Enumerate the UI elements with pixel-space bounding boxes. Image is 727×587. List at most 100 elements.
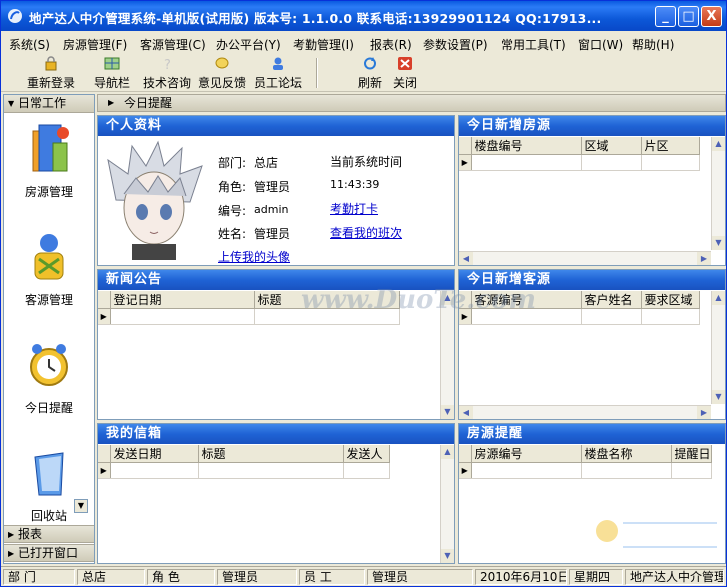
name-value: 管理员 <box>254 227 291 241</box>
horizontal-scrollbar[interactable]: ◀ ▶ <box>459 251 711 265</box>
title-bar[interactable]: 地产达人中介管理系统-单机版(试用版) 版本号: 1.1.0.0 联系电话:13… <box>1 1 726 31</box>
feedback-button[interactable]: 意见反馈 <box>196 56 248 90</box>
new-listings-panel: 今日新增房源 楼盘编号 区域 片区 ▶ ▲ ▼ ◀ ▶ <box>458 115 726 266</box>
nav-item-clients[interactable]: 客源管理 <box>4 229 94 308</box>
scroll-right-icon[interactable]: ▶ <box>697 252 711 265</box>
column-header[interactable]: 登记日期 <box>110 291 255 309</box>
status-role-value: 管理员 <box>217 569 297 585</box>
scroll-up-icon[interactable]: ▲ <box>712 291 725 305</box>
nav-reports-header[interactable]: ▶ 报表 <box>4 525 94 543</box>
forum-button[interactable]: 员工论坛 <box>252 56 304 90</box>
tab-arrow-icon: ▶ <box>108 98 115 107</box>
column-header[interactable]: 提醒日 <box>671 445 712 463</box>
column-header[interactable]: 发送人 <box>343 445 390 463</box>
minimize-button[interactable]: _ <box>655 6 676 27</box>
new-listings-grid[interactable]: 楼盘编号 区域 片区 ▶ <box>459 137 700 171</box>
alarm-clock-icon <box>30 344 68 386</box>
system-time-label: 当前系统时间 <box>330 155 403 169</box>
profile-panel-title: 个人资料 <box>98 116 454 136</box>
mailbox-panel: 我的信箱 发送日期 标题 发送人 ▶ ▲ ▼ <box>97 423 455 564</box>
avatar <box>102 140 206 260</box>
status-dept-label: 部 门 <box>3 569 75 585</box>
menu-office[interactable]: 办公平台(Y) <box>216 36 281 53</box>
mailbox-title: 我的信箱 <box>98 424 454 444</box>
relogin-button[interactable]: 重新登录 <box>25 56 77 90</box>
shifts-link[interactable]: 查看我的班次 <box>330 224 402 241</box>
column-header[interactable]: 楼盘名称 <box>581 445 672 463</box>
dept-value: 总店 <box>254 156 279 170</box>
vertical-scrollbar[interactable]: ▲ ▼ <box>711 291 725 404</box>
maximize-button[interactable]: □ <box>678 6 699 27</box>
role-value: 管理员 <box>254 180 291 194</box>
nav-item-listings[interactable]: 房源管理 <box>4 121 94 200</box>
menu-tools[interactable]: 常用工具(T) <box>501 36 566 53</box>
column-header[interactable]: 楼盘编号 <box>471 137 582 155</box>
scroll-up-icon[interactable]: ▲ <box>441 445 454 459</box>
table-row[interactable]: ▶ <box>98 462 390 479</box>
menu-listings[interactable]: 房源管理(F) <box>63 36 127 53</box>
status-role-label: 角 色 <box>147 569 215 585</box>
collapse-down-icon: ▼ <box>8 99 15 108</box>
column-header[interactable]: 标题 <box>198 445 344 463</box>
watermark-text: www.DuoTe.com <box>301 285 537 315</box>
horizontal-scrollbar[interactable]: ◀ ▶ <box>459 405 711 419</box>
question-icon: ? <box>164 58 171 71</box>
menu-window[interactable]: 窗口(W) <box>578 36 623 53</box>
scroll-left-icon[interactable]: ◀ <box>459 406 473 419</box>
menu-clients[interactable]: 客源管理(C) <box>140 36 206 53</box>
status-weekday: 星期四 <box>569 569 623 585</box>
menu-attendance[interactable]: 考勤管理(I) <box>293 36 354 53</box>
expand-right-icon: ▶ <box>8 549 15 558</box>
reminders-title: 房源提醒 <box>459 424 725 444</box>
nav-scroll-down-button[interactable]: ▼ <box>74 499 88 513</box>
status-bar: 部 门 总店 角 色 管理员 员 工 管理员 2010年6月10日 星期四 地产… <box>1 566 726 586</box>
table-row[interactable]: ▶ <box>459 462 712 479</box>
role-label: 角色: <box>218 180 247 194</box>
nav-daily-header[interactable]: ▼ 日常工作 <box>4 95 94 113</box>
scroll-left-icon[interactable]: ◀ <box>459 252 473 265</box>
column-header[interactable]: 要求区域 <box>641 291 700 309</box>
column-header[interactable]: 片区 <box>641 137 700 155</box>
scroll-up-icon[interactable]: ▲ <box>712 137 725 151</box>
scroll-down-icon[interactable]: ▼ <box>712 236 725 250</box>
scroll-down-icon[interactable]: ▼ <box>441 549 454 563</box>
people-icon <box>273 57 283 70</box>
status-date: 2010年6月10日 <box>475 569 567 585</box>
close-tab-button[interactable]: 关闭 <box>389 56 421 90</box>
menu-help[interactable]: 帮助(H) <box>632 36 674 53</box>
menu-system[interactable]: 系统(S) <box>9 36 50 53</box>
status-app-name: 地产达人中介管理系统 <box>625 569 724 585</box>
column-header[interactable]: 房源编号 <box>471 445 582 463</box>
mailbox-grid[interactable]: 发送日期 标题 发送人 ▶ <box>98 445 390 479</box>
support-button[interactable]: ? 技术咨询 <box>141 56 193 90</box>
upload-avatar-link[interactable]: 上传我的头像 <box>218 248 290 265</box>
toolbar: 重新登录 导航栏 ? 技术咨询 意见反馈 员工论坛 刷新 关闭 <box>1 54 726 92</box>
attendance-link[interactable]: 考勤打卡 <box>330 200 378 217</box>
navbar-button[interactable]: 导航栏 <box>91 56 133 90</box>
scroll-down-icon[interactable]: ▼ <box>441 405 454 419</box>
scroll-right-icon[interactable]: ▶ <box>697 406 711 419</box>
profile-panel: 个人资料 部门: 总店 角色: 管理员 编号: admin 姓名: 管理员 上传… <box>97 115 455 266</box>
refresh-button[interactable]: 刷新 <box>354 56 386 90</box>
scroll-down-icon[interactable]: ▼ <box>712 390 725 404</box>
column-header[interactable]: 区域 <box>581 137 642 155</box>
column-header[interactable]: 发送日期 <box>110 445 199 463</box>
tab-today-reminders[interactable]: ▶ 今日提醒 <box>97 94 726 112</box>
nav-open-windows-header[interactable]: ▶ 已打开窗口 <box>4 544 94 562</box>
close-window-button[interactable]: X <box>701 6 722 27</box>
reminders-grid[interactable]: 房源编号 楼盘名称 提醒日 ▶ <box>459 445 712 479</box>
system-time-value: 11:43:39 <box>330 178 380 191</box>
menu-reports[interactable]: 报表(R) <box>370 36 412 53</box>
column-header[interactable]: 客户姓名 <box>581 291 642 309</box>
menu-settings[interactable]: 参数设置(P) <box>423 36 488 53</box>
recycle-bin-icon <box>34 452 64 496</box>
refresh-icon <box>364 57 376 70</box>
table-row[interactable]: ▶ <box>459 154 700 171</box>
nav-item-reminders[interactable]: 今日提醒 <box>4 337 94 416</box>
name-label: 姓名: <box>218 227 247 241</box>
vertical-scrollbar[interactable]: ▲ ▼ <box>440 445 454 563</box>
status-staff-value: 管理员 <box>367 569 473 585</box>
vertical-scrollbar[interactable]: ▲ ▼ <box>711 137 725 250</box>
dept-label: 部门: <box>218 156 247 170</box>
main-window: 地产达人中介管理系统-单机版(试用版) 版本号: 1.1.0.0 联系电话:13… <box>0 0 727 587</box>
